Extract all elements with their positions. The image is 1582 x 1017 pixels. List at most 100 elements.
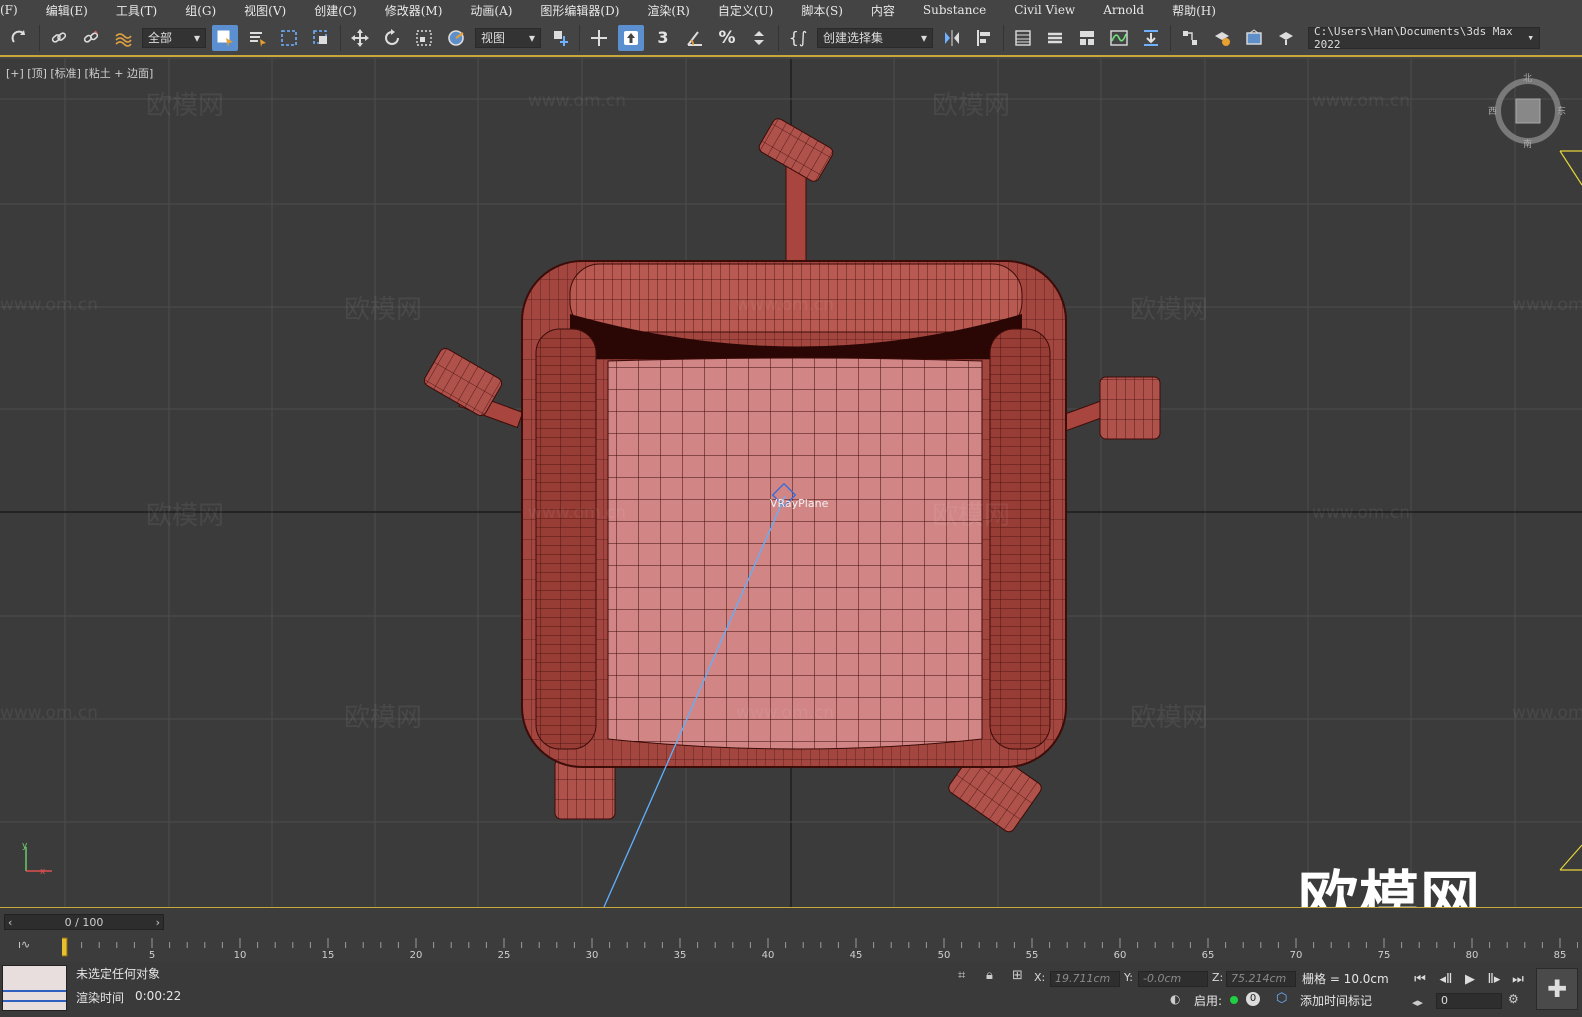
mini-curve-editor-icon[interactable]: ı∿ — [18, 938, 40, 956]
redo-icon[interactable] — [7, 25, 33, 51]
chevron-down-icon: ▾ — [920, 30, 927, 45]
toolbar-separator — [39, 24, 40, 51]
project-folder-path[interactable]: C:\Users\Han\Documents\3ds Max 2022 ▾ — [1308, 25, 1540, 51]
link-icon[interactable] — [46, 25, 72, 51]
main-toolbar: 全部 ▾ 视图 ▾ 3 % {∫ 创建选择集 ▾ C:\Users\Han\Docum… — [0, 20, 1582, 57]
snaps-toggle-icon[interactable]: 3 — [650, 25, 676, 51]
chair-leg-top[interactable] — [757, 117, 835, 266]
bind-spacewarp-icon[interactable] — [110, 25, 136, 51]
lock-icon[interactable]: 🔒︎ — [986, 968, 1004, 986]
time-tag-icon[interactable]: ⬡ — [1276, 991, 1294, 1009]
spinner-snap-icon[interactable] — [746, 25, 772, 51]
z-coord-field[interactable]: 75.214cm — [1226, 971, 1296, 987]
select-by-name-icon[interactable] — [244, 25, 270, 51]
selection-filter-dropdown[interactable]: 全部 ▾ — [142, 27, 206, 48]
add-time-tag-button[interactable]: 添加时间标记 — [1300, 992, 1372, 1009]
ruler-tick-label: 15 — [322, 950, 335, 960]
chair-model[interactable] — [0, 59, 1582, 907]
render-setup-icon[interactable] — [1209, 25, 1235, 51]
menu-item[interactable]: Arnold — [1089, 3, 1158, 17]
select-manipulate-icon[interactable] — [586, 25, 612, 51]
keyboard-shortcut-override-button[interactable] — [618, 24, 644, 51]
menu-item[interactable]: 渲染(R) — [633, 2, 703, 19]
schematic-view-icon[interactable] — [1138, 25, 1164, 51]
go-to-end-icon[interactable]: ⏭ — [1508, 969, 1528, 989]
watermark-url: www.om.cn — [0, 295, 99, 315]
ruler-tick-label: 40 — [762, 950, 775, 960]
rendered-frame-window-icon[interactable] — [1241, 25, 1267, 51]
watermark-url: www.om.cn — [0, 703, 99, 723]
menu-item[interactable]: Civil View — [1000, 3, 1089, 17]
current-frame-field[interactable]: 0 — [1436, 993, 1502, 1009]
ruler-tick-label: 35 — [674, 950, 687, 960]
isolate-selection-icon[interactable]: ⌗ — [958, 968, 976, 986]
named-selection-set-dropdown[interactable]: 创建选择集 ▾ — [817, 27, 933, 48]
selection-status: 未选定任何对象 — [76, 967, 161, 981]
maxscript-listener-mini[interactable] — [2, 965, 67, 1011]
menu-item[interactable]: 动画(A) — [456, 2, 526, 19]
watermark-text: 欧模网 — [1130, 703, 1209, 733]
absolute-mode-icon[interactable]: ⊞ — [1012, 968, 1030, 986]
current-frame-marker[interactable] — [62, 937, 68, 957]
adaptive-degradation-icon[interactable]: ◐ — [1170, 992, 1186, 1008]
next-frame-icon[interactable]: Ⅱ▸ — [1484, 969, 1504, 989]
time-ruler[interactable]: 5 10 15 20 25 30 35 40 45 50 55 60 65 70 75 80 85 — [62, 936, 1578, 960]
menu-item[interactable]: 创建(C) — [300, 2, 371, 19]
chevron-right-icon[interactable]: › — [156, 916, 160, 929]
rotate-icon[interactable] — [379, 25, 405, 51]
menu-item[interactable]: 帮助(H) — [1158, 2, 1230, 19]
menu-item[interactable]: 自定义(U) — [704, 2, 787, 19]
chair-leg-left[interactable] — [422, 346, 524, 429]
go-to-start-icon[interactable]: ⏮ — [1410, 969, 1430, 989]
menu-item[interactable]: 修改器(M) — [371, 2, 457, 19]
set-key-icon[interactable]: ✚ — [1536, 968, 1578, 1010]
percent-snap-icon[interactable]: % — [714, 25, 740, 51]
scene-explorer-icon[interactable] — [1010, 25, 1036, 51]
time-configuration-icon[interactable]: ⚙ — [1508, 992, 1519, 1006]
pivot-center-icon[interactable] — [547, 25, 573, 51]
place-icon[interactable] — [443, 25, 469, 51]
chevron-down-icon: ▾ — [528, 30, 535, 45]
window-crossing-icon[interactable] — [308, 25, 334, 51]
viewcube-west-label: 西 — [1488, 107, 1498, 117]
play-icon[interactable]: ▶ — [1460, 969, 1480, 989]
ruler-tick-label: 10 — [234, 950, 247, 960]
toolbar-separator — [579, 24, 580, 51]
rect-selection-region-icon[interactable] — [276, 25, 302, 51]
angle-snap-icon[interactable] — [682, 25, 708, 51]
unlink-icon[interactable] — [78, 25, 104, 51]
material-editor-icon[interactable] — [1177, 25, 1203, 51]
scale-icon[interactable] — [411, 25, 437, 51]
menu-item[interactable]: (F) — [0, 3, 32, 17]
menu-item[interactable]: 脚本(S) — [787, 2, 857, 19]
align-icon[interactable] — [971, 25, 997, 51]
ruler-tick-label: 55 — [1026, 950, 1039, 960]
select-object-button[interactable] — [212, 24, 238, 51]
chair-leg-right[interactable] — [1056, 376, 1161, 440]
menu-item[interactable]: 视图(V) — [230, 2, 300, 19]
top-viewport[interactable]: [+] [顶] [标准] [粘土 + 边面] VRayPlane 欧模网 欧模网… — [0, 59, 1582, 907]
time-slider[interactable]: ‹ 0 / 100 › — [4, 914, 164, 930]
render-production-icon[interactable] — [1273, 25, 1299, 51]
edit-named-selection-icon[interactable]: {∫ — [785, 25, 811, 51]
previous-frame-icon[interactable]: ◂Ⅱ — [1436, 969, 1456, 989]
menu-item[interactable]: Substance — [909, 3, 1000, 17]
menu-item[interactable]: 工具(T) — [102, 2, 171, 19]
menu-item[interactable]: 图形编辑器(D) — [526, 2, 633, 19]
x-coord-field[interactable]: 19.711cm — [1050, 971, 1120, 987]
key-mode-icon[interactable]: ◂▸ — [1412, 996, 1423, 1009]
curve-editor-icon[interactable] — [1106, 25, 1132, 51]
chevron-left-icon[interactable]: ‹ — [8, 916, 12, 929]
x-coord-label: X: — [1034, 971, 1046, 984]
reference-coord-dropdown[interactable]: 视图 ▾ — [475, 27, 541, 48]
layer-explorer-icon[interactable] — [1042, 25, 1068, 51]
menu-item[interactable]: 编辑(E) — [32, 2, 102, 19]
menu-item[interactable]: 内容 — [857, 2, 909, 19]
enable-status-dot — [1230, 996, 1238, 1004]
menu-item[interactable]: 组(G) — [171, 2, 230, 19]
move-icon[interactable] — [347, 25, 373, 51]
y-coord-field[interactable]: -0.0cm — [1138, 971, 1208, 987]
big-watermark: 欧模网 — [1298, 865, 1481, 907]
mirror-icon[interactable] — [939, 25, 965, 51]
ribbon-toggle-icon[interactable] — [1074, 25, 1100, 51]
